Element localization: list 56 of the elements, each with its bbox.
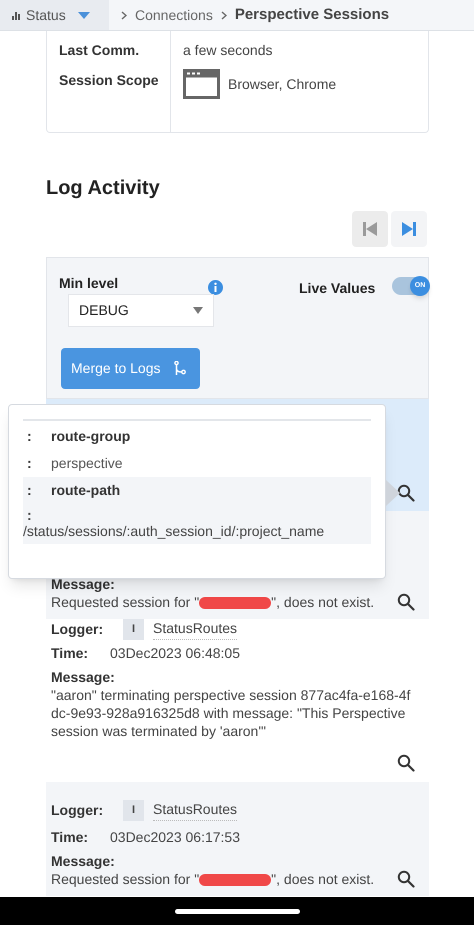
level-badge: I [123,800,144,820]
property-key: route-path [51,480,120,501]
chevron-icon [220,10,227,20]
colon-separator: : [26,508,32,522]
field-label: Message: [51,853,116,870]
colon-separator: : [26,454,33,473]
browser-window-icon [183,69,220,99]
info-icon [208,280,223,295]
message-text: Requested session for " ", does not exist. [51,593,374,611]
branch-icon [174,360,186,376]
search-icon [397,754,415,772]
property-key: route-group [51,426,130,447]
property-value: perspective [51,454,123,473]
caret-icon [78,12,90,18]
level-badge: I [123,618,144,640]
status-menu[interactable]: Status [0,0,109,30]
search-icon [397,593,415,611]
detail-value: a few seconds [183,41,272,60]
detail-value: Browser, Chrome [228,74,336,94]
breadcrumb-link[interactable]: Connections [135,4,213,26]
bar-chart-icon [12,10,22,20]
detail-label: Session Scope [59,71,160,90]
detail-label: Last Comm. [59,41,140,60]
log-entry[interactable]: Logger: I StatusRoutes Time: 03Dec2023 06:17:53 Message: Requested session for " ", does not exist. [46,782,429,896]
colon-separator: : [26,481,33,500]
field-label: Message: [51,576,116,593]
field-label: Time: [51,828,90,846]
level-dropdown[interactable]: DEBUG [68,294,214,327]
property-value: /status/sessions/:auth_session_id/:project_name [23,522,326,540]
logger-link[interactable]: StatusRoutes [153,618,238,640]
breadcrumb-current: Perspective Sessions [234,4,390,25]
field-label: Message: [51,669,116,686]
colon-separator: : [26,427,33,446]
message-text: Requested session for " ", does not exist. [51,870,374,888]
search-button[interactable] [397,593,415,611]
skip-forward-icon [402,222,416,236]
search-button[interactable] [397,484,415,502]
last-page-button[interactable] [391,211,427,247]
field-label: Min level [59,274,118,293]
section-title: Log Activity [46,176,161,201]
caret-icon [193,307,203,314]
field-label: Logger: [51,620,104,639]
field-label: Time: [51,644,90,663]
search-icon [397,484,415,502]
search-button[interactable] [397,754,415,772]
toggle-label: Live Values [299,279,376,298]
logger-link[interactable]: StatusRoutes [153,799,238,821]
time-value: 03Dec2023 06:17:53 [110,828,240,846]
chevron-icon [121,10,127,20]
skip-back-icon [363,222,377,236]
field-label: Logger: [51,800,104,820]
message-text: "aaron" terminating perspective session 877ac4fa-e168-4fdc-9e93-928a916325d8 with message: "This Perspective session was terminated by 'aaron'" [51,686,412,740]
time-value: 03Dec2023 06:48:05 [110,644,240,663]
search-icon [397,870,415,888]
search-button[interactable] [397,870,415,888]
home-indicator[interactable] [174,908,300,914]
